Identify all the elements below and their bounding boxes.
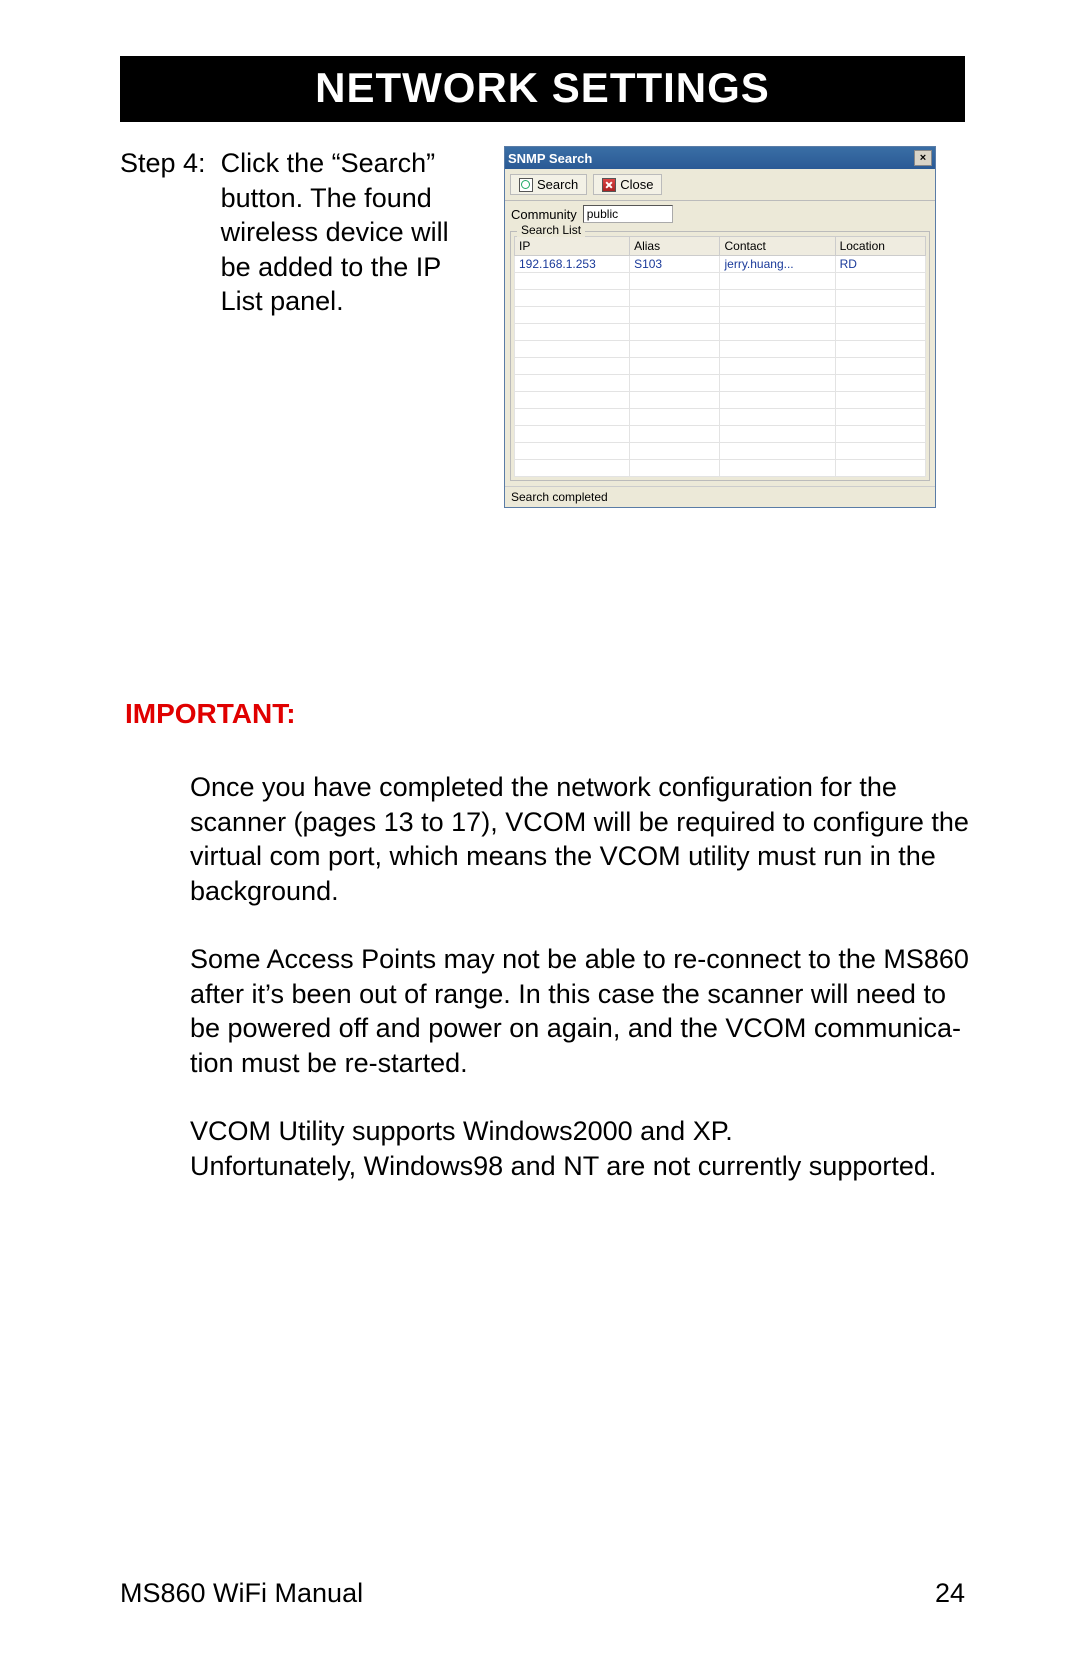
step-label: Step 4: bbox=[120, 146, 221, 319]
close-button[interactable]: Close bbox=[593, 174, 662, 195]
table-row bbox=[515, 341, 926, 358]
important-body: Once you have completed the network conf… bbox=[190, 770, 970, 1183]
table-row bbox=[515, 273, 926, 290]
search-icon bbox=[519, 178, 533, 192]
col-contact[interactable]: Contact bbox=[720, 237, 835, 256]
col-ip[interactable]: IP bbox=[515, 237, 630, 256]
table-row bbox=[515, 426, 926, 443]
search-list-table: IP Alias Contact Location 192.168.1.253S… bbox=[514, 236, 926, 477]
table-row bbox=[515, 358, 926, 375]
table-row bbox=[515, 290, 926, 307]
step-4-block: Step 4: Click the “Search” button. The f… bbox=[120, 146, 480, 319]
search-button-label: Search bbox=[537, 177, 578, 192]
search-button[interactable]: Search bbox=[510, 174, 587, 195]
col-location[interactable]: Location bbox=[835, 237, 925, 256]
important-p2: Some Access Points may not be able to re… bbox=[190, 942, 970, 1080]
community-input[interactable] bbox=[583, 205, 673, 223]
snmp-toolbar: Search Close bbox=[505, 169, 935, 201]
table-row bbox=[515, 392, 926, 409]
table-row bbox=[515, 375, 926, 392]
status-bar: Search completed bbox=[505, 486, 935, 507]
col-alias[interactable]: Alias bbox=[630, 237, 720, 256]
footer-left: MS860 WiFi Manual bbox=[120, 1578, 363, 1609]
important-p3: VCOM Utility supports Windows2000 and XP… bbox=[190, 1114, 970, 1183]
table-row bbox=[515, 443, 926, 460]
table-row[interactable]: 192.168.1.253S103jerry.huang...RD bbox=[515, 256, 926, 273]
snmp-search-window: SNMP Search × Search Close Community S bbox=[504, 146, 936, 508]
table-row bbox=[515, 307, 926, 324]
table-row bbox=[515, 409, 926, 426]
table-row bbox=[515, 460, 926, 477]
close-button-label: Close bbox=[620, 177, 653, 192]
important-p1: Once you have completed the network conf… bbox=[190, 770, 970, 908]
search-list-legend: Search List bbox=[517, 223, 585, 237]
snmp-window-title: SNMP Search bbox=[508, 151, 592, 166]
community-label: Community bbox=[511, 207, 577, 222]
page-title-bar: NETWORK SETTINGS bbox=[120, 56, 965, 122]
step-text: Click the “Search” button. The found wir… bbox=[221, 146, 480, 319]
snmp-titlebar: SNMP Search × bbox=[505, 147, 935, 169]
important-label: IMPORTANT: bbox=[125, 698, 965, 730]
window-close-button[interactable]: × bbox=[914, 150, 932, 166]
search-list-fieldset: Search List IP Alias Contact Location 19… bbox=[510, 231, 930, 481]
close-icon bbox=[602, 178, 616, 192]
footer-right: 24 bbox=[935, 1578, 965, 1609]
table-row bbox=[515, 324, 926, 341]
page-footer: MS860 WiFi Manual 24 bbox=[120, 1578, 965, 1609]
